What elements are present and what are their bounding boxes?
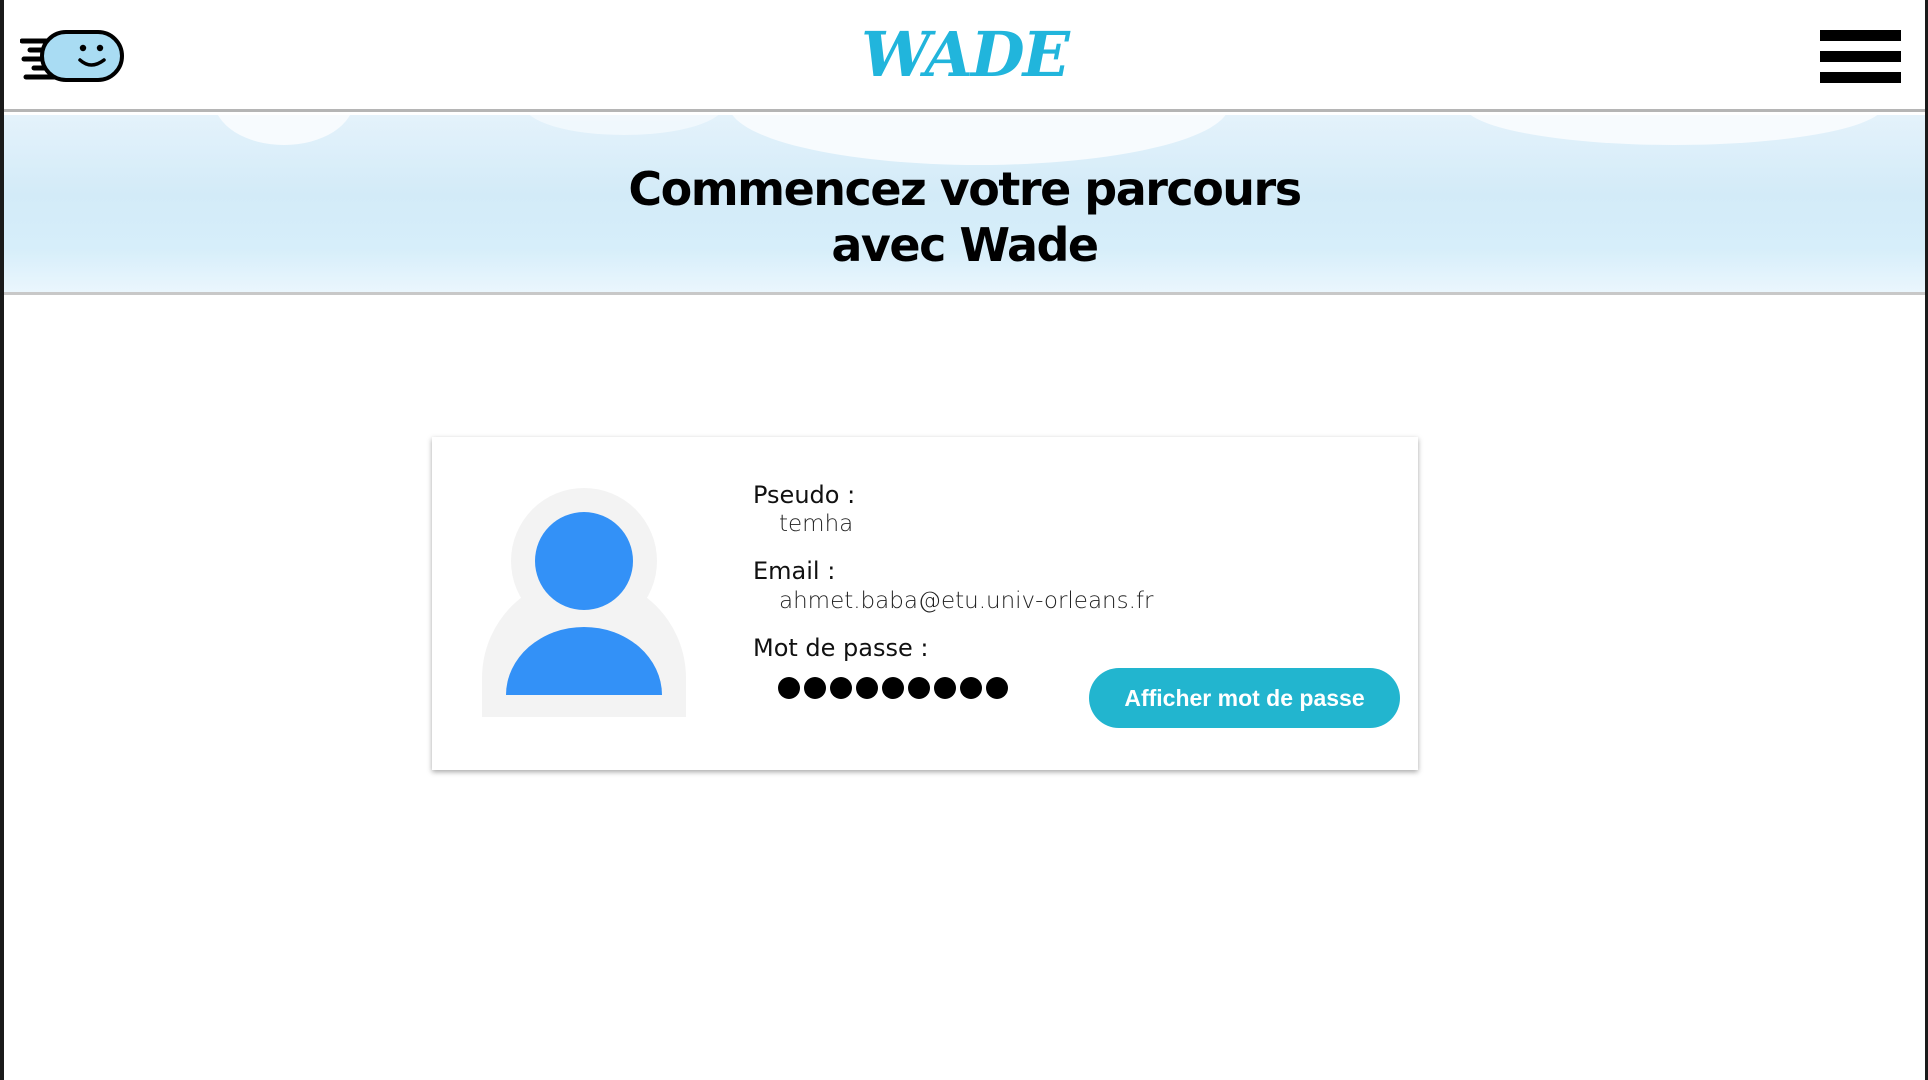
password-mask-dot [882, 677, 904, 699]
pseudo-label: Pseudo : [753, 481, 856, 509]
cloud-decoration [729, 115, 1229, 165]
password-masked-value [778, 677, 1008, 701]
email-label: Email : [753, 557, 836, 585]
show-password-button[interactable]: Afficher mot de passe [1089, 668, 1400, 728]
top-navbar: WADE [4, 0, 1925, 112]
password-mask-dot [856, 677, 878, 699]
hamburger-menu-icon[interactable] [1820, 30, 1901, 84]
brand-logo-text[interactable]: WADE [4, 18, 1925, 91]
password-mask-dot [986, 677, 1008, 699]
password-mask-dot [908, 677, 930, 699]
profile-card: Pseudo : temha Email : ahmet.baba@etu.un… [432, 437, 1418, 770]
password-mask-dot [778, 677, 800, 699]
email-value: ahmet.baba@etu.univ-orleans.fr [779, 588, 1154, 614]
menu-bar [1820, 51, 1901, 62]
page-title: Commencez votre parcours avec Wade [4, 161, 1925, 273]
password-mask-dot [960, 677, 982, 699]
password-mask-dot [830, 677, 852, 699]
user-avatar-icon [482, 488, 686, 717]
hero-banner: Commencez votre parcours avec Wade [4, 115, 1925, 295]
cloud-decoration [524, 115, 724, 135]
cloud-decoration [214, 115, 354, 145]
password-label: Mot de passe : [753, 634, 929, 662]
cloud-decoration [1464, 115, 1884, 145]
page-title-line1: Commencez votre parcours [628, 162, 1302, 216]
menu-bar [1820, 72, 1901, 83]
password-mask-dot [934, 677, 956, 699]
password-mask-dot [804, 677, 826, 699]
pseudo-value: temha [779, 511, 854, 537]
page-title-line2: avec Wade [831, 218, 1099, 272]
menu-bar [1820, 30, 1901, 41]
